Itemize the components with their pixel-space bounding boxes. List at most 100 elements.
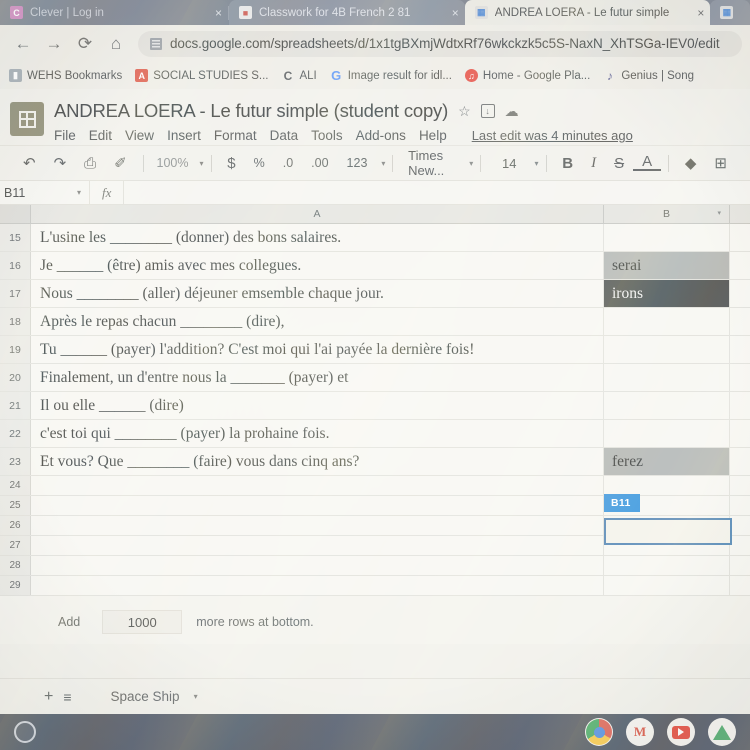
cell-b[interactable] [604, 308, 730, 335]
home-icon[interactable]: ⌂ [101, 29, 131, 59]
cell-b[interactable] [604, 420, 730, 447]
page-title[interactable]: ANDREA LOERA - Le futur simple (student … [54, 100, 448, 122]
row-header[interactable]: 23 [0, 448, 31, 475]
table-row[interactable]: 22 c'est toi qui ________ (payer) la pro… [0, 420, 750, 448]
cell-c[interactable] [730, 364, 750, 391]
table-row[interactable]: 19 Tu ______ (payer) l'addition? C'est m… [0, 336, 750, 364]
bold-button[interactable]: B [553, 155, 582, 172]
cell-b[interactable] [604, 576, 730, 595]
row-header[interactable]: 22 [0, 420, 31, 447]
reload-icon[interactable]: ⟳ [70, 29, 100, 59]
selected-cell[interactable] [604, 518, 732, 545]
google-sheets-icon[interactable] [10, 102, 44, 136]
bookmark-ali[interactable]: C ALI [281, 69, 317, 83]
table-row[interactable]: 20 Finalement, un d'entre nous la ______… [0, 364, 750, 392]
forward-icon[interactable]: → [39, 29, 69, 59]
column-header-b[interactable]: B ▾ [604, 205, 730, 223]
close-icon[interactable]: × [452, 7, 459, 19]
google-drive-icon[interactable] [708, 718, 736, 746]
cell-a[interactable] [31, 476, 604, 495]
cell-c[interactable] [730, 576, 750, 595]
currency-format-button[interactable]: $ [218, 155, 244, 172]
text-color-button[interactable]: A [633, 154, 662, 171]
table-row[interactable]: 29 [0, 576, 750, 596]
table-row[interactable]: 24 [0, 476, 750, 496]
table-row[interactable]: 17 Nous ________ (aller) déjeuner emsemb… [0, 280, 750, 308]
bookmark-wehs-bookmarks[interactable]: ▮ WEHS Bookmarks [9, 69, 122, 82]
more-formats-button[interactable]: 123 [338, 156, 377, 170]
table-row[interactable]: 23 Et vous? Que ________ (faire) vous da… [0, 448, 750, 476]
table-row[interactable]: 16 Je ______ (être) amis avec mes colleg… [0, 252, 750, 280]
cell-a[interactable]: Finalement, un d'entre nous la _______ (… [31, 364, 604, 391]
sheet-tab-space-ship[interactable]: Space Ship ▾ [111, 689, 198, 704]
cell-b[interactable] [604, 392, 730, 419]
cell-c[interactable] [730, 336, 750, 363]
add-sheet-icon[interactable]: + [44, 688, 63, 706]
table-row[interactable]: 18 Après le repas chacun ________ (dire)… [0, 308, 750, 336]
cell-b[interactable]: serai [604, 252, 730, 279]
cloud-status-icon[interactable]: ☁ [505, 103, 519, 120]
cell-a[interactable] [31, 576, 604, 595]
menu-tools[interactable]: Tools [311, 128, 343, 143]
bookmark-social-studies[interactable]: A SOCIAL STUDIES S... [135, 69, 268, 82]
increase-decimal-button[interactable]: .00 [302, 156, 337, 170]
cell-a[interactable]: c'est toi qui ________ (payer) la prohai… [31, 420, 604, 447]
chevron-down-icon[interactable]: ▾ [717, 209, 721, 217]
percent-format-button[interactable]: % [245, 156, 274, 170]
strikethrough-button[interactable]: S [605, 155, 633, 172]
row-header[interactable]: 25 [0, 496, 31, 515]
select-all-corner[interactable] [0, 205, 31, 223]
zoom-level[interactable]: 100% [151, 156, 195, 170]
cell-c[interactable] [730, 556, 750, 575]
cell-b[interactable]: ferez [604, 448, 730, 475]
cell-c[interactable] [730, 516, 750, 535]
cell-a[interactable]: Il ou elle ______ (dire) [31, 392, 604, 419]
chevron-down-icon[interactable]: ▾ [534, 159, 538, 168]
italic-button[interactable]: I [582, 155, 605, 172]
cell-c[interactable] [730, 224, 750, 251]
cell-b[interactable] [604, 336, 730, 363]
address-bar[interactable]: docs.google.com/spreadsheets/d/1x1tgBXmj… [138, 30, 742, 57]
row-header[interactable]: 15 [0, 224, 31, 251]
cell-a[interactable]: Nous ________ (aller) déjeuner emsemble … [31, 280, 604, 307]
star-icon[interactable]: ☆ [458, 103, 471, 120]
menu-format[interactable]: Format [214, 128, 257, 143]
cell-c[interactable] [730, 496, 750, 515]
back-icon[interactable]: ← [8, 29, 38, 59]
column-header-a[interactable]: A [31, 205, 604, 223]
bookmark-genius[interactable]: ♪ Genius | Song [603, 69, 694, 83]
cell-a[interactable]: Tu ______ (payer) l'addition? C'est moi … [31, 336, 604, 363]
cell-c[interactable] [730, 448, 750, 475]
row-header[interactable]: 19 [0, 336, 31, 363]
cell-b[interactable] [604, 224, 730, 251]
gmail-icon[interactable]: M [626, 718, 654, 746]
row-header[interactable]: 17 [0, 280, 31, 307]
chevron-down-icon[interactable]: ▾ [194, 692, 198, 701]
cell-c[interactable] [730, 392, 750, 419]
row-header[interactable]: 24 [0, 476, 31, 495]
cell-a[interactable] [31, 556, 604, 575]
add-rows-button[interactable]: Add [58, 615, 102, 629]
cell-c[interactable] [730, 280, 750, 307]
menu-data[interactable]: Data [270, 128, 299, 143]
close-icon[interactable]: × [215, 7, 222, 19]
cell-a[interactable] [31, 496, 604, 515]
cell-a[interactable]: L'usine les ________ (donner) des bons s… [31, 224, 604, 251]
column-header-c[interactable] [730, 205, 750, 223]
chrome-icon[interactable] [585, 718, 613, 746]
row-header[interactable]: 26 [0, 516, 31, 535]
cell-a[interactable]: Je ______ (être) amis avec mes collegues… [31, 252, 604, 279]
table-row[interactable]: 28 [0, 556, 750, 576]
undo-icon[interactable]: ↶ [14, 154, 45, 172]
name-box[interactable]: B11 ▾ [0, 181, 90, 204]
menu-file[interactable]: File [54, 128, 76, 143]
row-header[interactable]: 27 [0, 536, 31, 555]
bookmark-image-result[interactable]: G Image result for idl... [330, 68, 452, 83]
chevron-down-icon[interactable]: ▾ [469, 159, 473, 168]
print-icon[interactable]: ⎙ [75, 155, 105, 172]
menu-view[interactable]: View [125, 128, 154, 143]
chevron-down-icon[interactable]: ▾ [77, 188, 81, 197]
cell-c[interactable] [730, 536, 750, 555]
cell-a[interactable] [31, 536, 604, 555]
row-header[interactable]: 29 [0, 576, 31, 595]
